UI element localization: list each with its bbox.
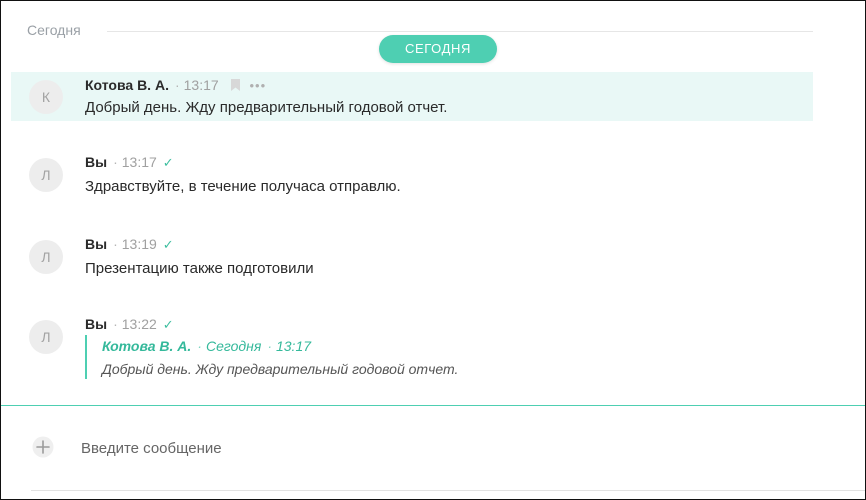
delivered-check-icon: ✓: [162, 237, 174, 252]
quote-text: Добрый день. Жду предварительный годовой…: [102, 361, 459, 377]
message-header: Вы · 13:17 ✓: [85, 154, 174, 171]
message-time: 13:22: [121, 316, 157, 332]
more-icon[interactable]: •••: [249, 78, 266, 93]
message-text: Презентацию также подготовили: [85, 260, 314, 277]
composer-bottom-line: [31, 490, 865, 491]
day-separator-label: Сегодня: [27, 22, 91, 38]
message-item[interactable]: К Котова В. А. · 13:17 ••• Добрый день. Жд…: [11, 72, 813, 121]
quoted-message[interactable]: Котова В. А. · Сегодня · 13:17 Добрый день. …: [85, 335, 458, 379]
message-input[interactable]: [81, 433, 781, 463]
add-attachment-button[interactable]: [25, 431, 61, 467]
quote-time: 13:17: [275, 338, 312, 354]
separator-dot: ·: [197, 338, 202, 354]
today-badge: СЕГОДНЯ: [379, 35, 497, 63]
message-header: Вы · 13:19 ✓: [85, 236, 174, 253]
separator-dot: ·: [113, 154, 118, 170]
separator-dot: ·: [267, 338, 272, 354]
delivered-check-icon: ✓: [162, 155, 174, 170]
plus-icon: [32, 436, 54, 458]
message-header: Котова В. А. · 13:17 •••: [85, 77, 266, 93]
avatar: Л: [29, 158, 63, 192]
message-author: Вы: [85, 154, 108, 170]
avatar: Л: [29, 320, 63, 354]
message-author: Котова В. А.: [85, 77, 169, 93]
delivered-check-icon: ✓: [162, 317, 174, 332]
quote-header: Котова В. А. · Сегодня · 13:17: [102, 335, 458, 357]
message-time: 13:19: [121, 236, 157, 252]
message-header: Вы · 13:22 ✓: [85, 316, 174, 333]
avatar: Л: [29, 240, 63, 274]
quote-author: Котова В. А.: [102, 338, 192, 354]
composer-divider: [1, 405, 865, 406]
message-time: 13:17: [121, 154, 157, 170]
message-author: Вы: [85, 316, 108, 332]
chat-window: Сегодня СЕГОДНЯ К Котова В. А. · 13:17 •••…: [0, 0, 866, 500]
quote-day: Сегодня: [205, 338, 262, 354]
message-text: Добрый день. Жду предварительный годовой…: [85, 99, 448, 116]
message-time: 13:17: [183, 77, 219, 93]
day-separator-line: [107, 31, 813, 32]
message-text: Здравствуйте, в течение получаса отправл…: [85, 178, 401, 195]
separator-dot: ·: [113, 316, 118, 332]
avatar: К: [29, 80, 63, 114]
bookmark-icon[interactable]: [230, 79, 240, 91]
message-author: Вы: [85, 236, 108, 252]
separator-dot: ·: [174, 77, 180, 93]
separator-dot: ·: [113, 236, 118, 252]
